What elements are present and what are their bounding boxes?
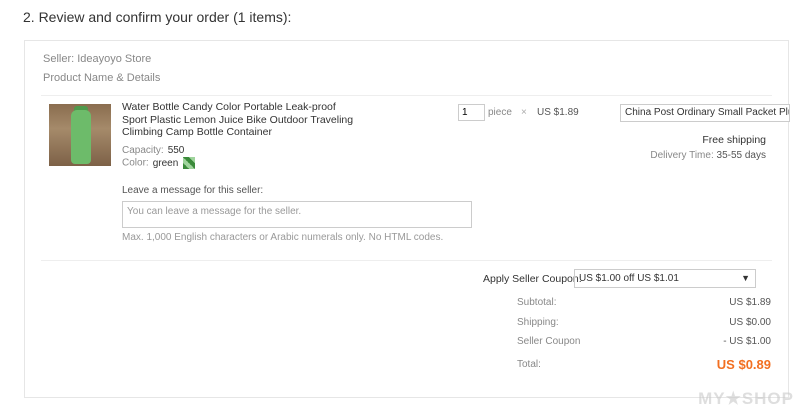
capacity-label: Capacity: — [122, 145, 164, 156]
shipping-method-select[interactable]: China Post Ordinary Small Packet Plus — [620, 104, 790, 122]
coupon-label: Apply Seller Coupon: — [483, 273, 582, 285]
delivery-time: Delivery Time: 35-55 days — [650, 150, 766, 161]
seller-coupon-label: Seller Coupon — [517, 336, 581, 347]
quantity-unit: piece — [488, 107, 512, 118]
quantity-input[interactable] — [458, 104, 485, 121]
seller-name: Seller: Ideayoyo Store — [43, 53, 152, 65]
subtotal-label: Subtotal: — [517, 297, 557, 308]
divider — [41, 95, 772, 96]
total-value: US $0.89 — [716, 357, 771, 372]
seller-coupon-value: - US $1.00 — [723, 336, 771, 347]
capacity-value: 550 — [167, 145, 185, 156]
free-shipping-text: Free shipping — [702, 134, 766, 146]
product-title[interactable]: Water Bottle Candy Color Portable Leak-p… — [122, 101, 362, 139]
bottle-graphic — [71, 110, 91, 164]
divider — [41, 260, 772, 261]
message-label: Leave a message for this seller: — [122, 185, 264, 196]
coupon-select[interactable]: US $1.00 off US $1.01 ▼ — [574, 269, 756, 288]
shipping-value: US $0.00 — [729, 317, 771, 328]
dropdown-arrow-icon: ▼ — [741, 273, 750, 283]
product-thumbnail[interactable] — [49, 104, 111, 166]
total-label: Total: — [517, 359, 541, 370]
coupon-selected-value: US $1.00 off US $1.01 — [579, 273, 679, 284]
order-review-panel: Seller: Ideayoyo Store Product Name & De… — [24, 40, 790, 398]
message-hint: Max. 1,000 English characters or Arabic … — [122, 232, 444, 243]
unit-price: US $1.89 — [537, 107, 579, 118]
color-label: Color: — [122, 157, 149, 169]
delivery-value: 35-55 days — [716, 150, 766, 161]
delivery-label: Delivery Time: — [650, 150, 714, 161]
color-value: green — [152, 157, 179, 169]
capacity-attr: Capacity: 550 — [122, 145, 184, 156]
product-header: Product Name & Details — [43, 72, 161, 84]
subtotal-value: US $1.89 — [729, 297, 771, 308]
multiply-sign: × — [521, 107, 527, 118]
color-swatch-icon — [183, 157, 196, 169]
step-title: 2. Review and confirm your order (1 item… — [23, 9, 292, 25]
message-textarea[interactable]: You can leave a message for the seller. — [122, 201, 472, 228]
watermark: MY★SHOP — [698, 389, 794, 408]
color-attr: Color: green — [122, 157, 196, 169]
shipping-label: Shipping: — [517, 317, 559, 328]
